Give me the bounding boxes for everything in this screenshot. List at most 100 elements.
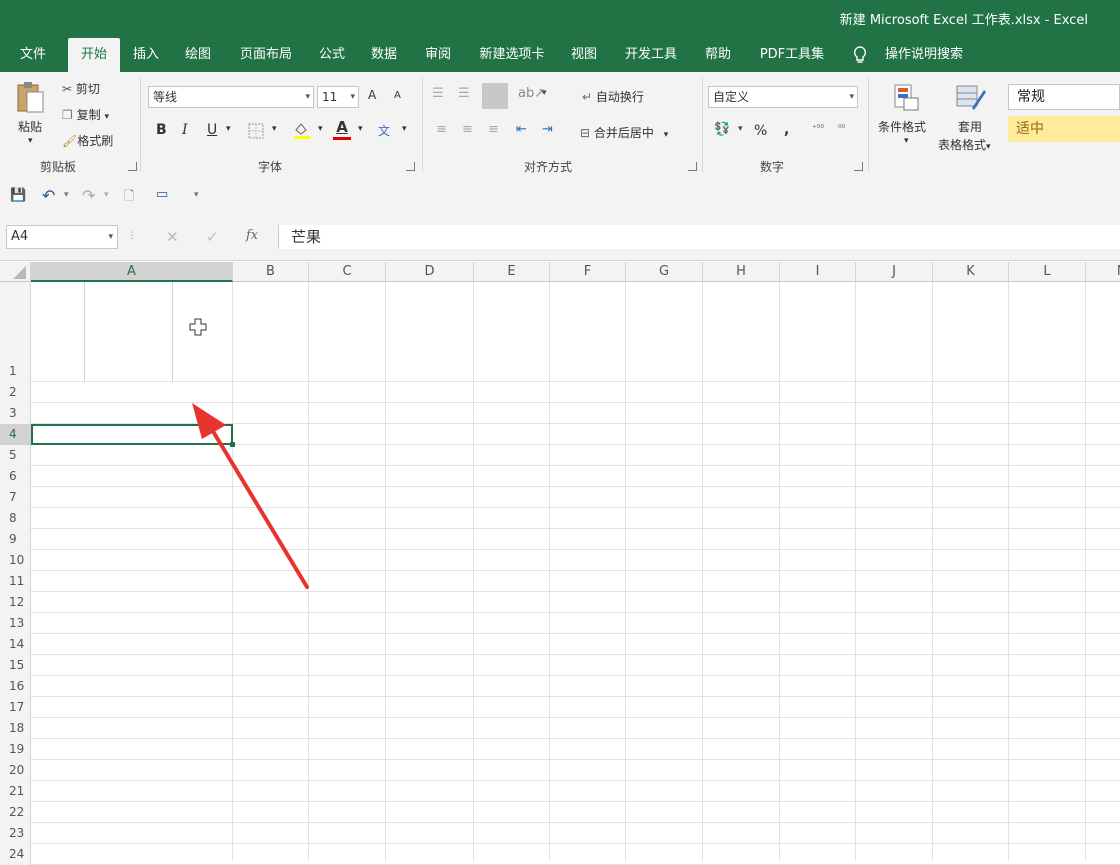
save-icon[interactable]: 💾 [10,188,26,203]
column-header-d[interactable]: D [386,262,474,282]
row-header-23[interactable]: 23 [0,823,31,844]
row-header-20[interactable]: 20 [0,760,31,781]
enter-check-icon[interactable]: ✓ [206,228,219,246]
tab-developer[interactable]: 开发工具 [614,38,688,72]
row-header-2[interactable]: 2 [0,382,31,403]
row-header-15[interactable]: 15 [0,655,31,676]
merge-center-button[interactable]: ⊟ 合并后居中 ▾ [580,124,668,141]
tab-draw[interactable]: 绘图 [176,38,220,72]
redo-icon[interactable]: ↷ [82,186,95,205]
align-left-icon[interactable]: ≡ [436,122,447,137]
font-color-button[interactable]: A [333,118,351,140]
fill-dropdown-icon[interactable]: ▾ [318,124,323,134]
grow-font-button[interactable]: A [368,88,376,102]
number-launcher-icon[interactable] [854,162,863,171]
row-header-5[interactable]: 5 [0,445,31,466]
phonetic-dropdown-icon[interactable]: ▾ [402,124,407,134]
fill-color-button[interactable] [292,120,312,143]
undo-dropdown-icon[interactable]: ▾ [64,190,69,200]
formula-bar-splitter-icon[interactable]: ⁝ [130,229,134,244]
increase-decimal-icon[interactable]: ⁺⁰⁰ [812,124,824,134]
number-format-select[interactable]: 自定义 ▾ [708,86,858,108]
italic-button[interactable]: I [182,122,188,138]
customize-qat-icon[interactable]: ▾ [194,190,199,200]
font-name-select[interactable]: 等线 ▾ [148,86,314,108]
tab-home[interactable]: 开始 [68,38,120,72]
increase-indent-icon[interactable]: ⇥ [542,122,553,137]
screen-icon[interactable]: ▭ [156,187,168,202]
formula-input[interactable]: 芒果 [278,225,1120,249]
currency-dropdown-icon[interactable]: ▾ [738,124,743,134]
tab-new-tab[interactable]: 新建选项卡 [470,38,554,72]
clipboard-launcher-icon[interactable] [128,162,137,171]
row-header-9[interactable]: 9 [0,529,31,550]
row-header-7[interactable]: 7 [0,487,31,508]
column-header-f[interactable]: F [550,262,626,282]
percent-button[interactable]: % [754,123,767,139]
tab-file[interactable]: 文件 [8,38,58,72]
font-size-select[interactable]: 11 ▾ [317,86,359,108]
comma-button[interactable]: , [784,122,789,138]
decrease-decimal-icon[interactable]: ⁰⁰ [838,124,845,134]
paste-button[interactable]: 粘贴 [18,118,42,135]
cancel-icon[interactable]: ✕ [166,228,179,246]
orientation-dropdown-icon[interactable]: ▾ [542,88,547,98]
paste-icon[interactable] [12,80,48,114]
font-launcher-icon[interactable] [406,162,415,171]
format-painter-button[interactable]: 🖌格式刷 [62,132,113,149]
style-neutral[interactable]: 适中 [1008,116,1120,142]
column-header-b[interactable]: B [233,262,309,282]
border-dropdown-icon[interactable]: ▾ [272,124,277,134]
worksheet-grid[interactable] [0,262,1120,861]
bold-button[interactable]: B [156,122,167,138]
row-header-22[interactable]: 22 [0,802,31,823]
decrease-indent-icon[interactable]: ⇤ [516,122,527,137]
tab-view[interactable]: 视图 [562,38,606,72]
underline-button[interactable]: U [207,122,217,138]
row-header-21[interactable]: 21 [0,781,31,802]
style-normal[interactable]: 常规 [1008,84,1120,110]
row-header-10[interactable]: 10 [0,550,31,571]
align-bottom-icon[interactable] [482,83,508,109]
conditional-format-button[interactable]: 条件格式 [878,118,926,135]
row-header-8[interactable]: 8 [0,508,31,529]
alignment-launcher-icon[interactable] [688,162,697,171]
column-header-c[interactable]: C [309,262,386,282]
table-style-icon[interactable] [954,82,988,116]
row-header-14[interactable]: 14 [0,634,31,655]
column-header-l[interactable]: L [1009,262,1086,282]
row-header-17[interactable]: 17 [0,697,31,718]
align-right-icon[interactable]: ≡ [488,122,499,137]
tab-insert[interactable]: 插入 [124,38,168,72]
column-header-h[interactable]: H [703,262,780,282]
align-center-icon[interactable]: ≡ [462,122,473,137]
row-header-18[interactable]: 18 [0,718,31,739]
row-header-19[interactable]: 19 [0,739,31,760]
row-header-3[interactable]: 3 [0,403,31,424]
conditional-format-icon[interactable] [892,82,922,116]
table-style-label-1[interactable]: 套用 [958,118,982,135]
insert-function-button[interactable]: fx [246,228,258,243]
align-top-icon[interactable]: ☰ [432,86,444,101]
select-all-corner[interactable] [0,262,31,282]
row-header-16[interactable]: 16 [0,676,31,697]
phonetic-button[interactable]: 文 [378,122,390,139]
column-header-i[interactable]: I [780,262,856,282]
conditional-dropdown-icon[interactable]: ▾ [904,136,909,146]
undo-icon[interactable]: ↶ [42,186,55,205]
lightbulb-icon[interactable] [850,38,870,72]
font-color-dropdown-icon[interactable]: ▾ [358,124,363,134]
column-header-e[interactable]: E [474,262,550,282]
tab-review[interactable]: 审阅 [416,38,460,72]
row-header-6[interactable]: 6 [0,466,31,487]
column-header-a[interactable]: A [31,262,233,282]
tab-pdf-tools[interactable]: PDF工具集 [750,38,834,72]
tab-data[interactable]: 数据 [362,38,406,72]
cut-button[interactable]: ✂ 剪切 [62,80,100,97]
tab-page-layout[interactable]: 页面布局 [230,38,302,72]
row-header-11[interactable]: 11 [0,571,31,592]
redo-dropdown-icon[interactable]: ▾ [104,190,109,200]
row-header-1[interactable]: 1 [0,282,31,382]
tell-me-search[interactable]: 操作说明搜索 [874,38,974,72]
column-header-j[interactable]: J [856,262,933,282]
